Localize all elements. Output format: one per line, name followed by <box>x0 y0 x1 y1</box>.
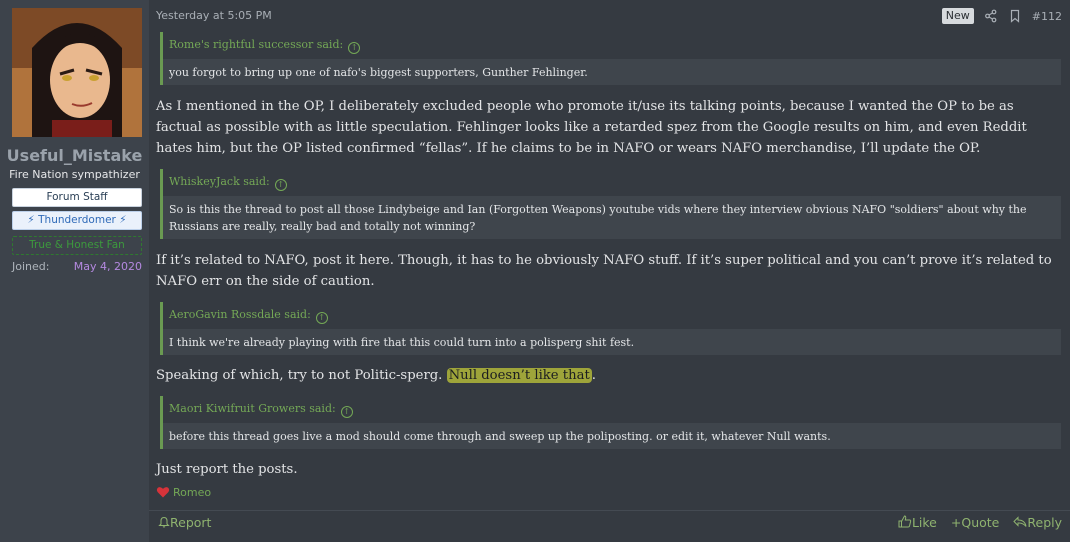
banner-forum-staff: Forum Staff <box>12 188 142 207</box>
plus-icon: + <box>950 515 962 530</box>
post-number[interactable]: #112 <box>1032 10 1062 23</box>
quote-author-label[interactable]: AeroGavin Rossdale said: <box>169 308 311 321</box>
post-header-actions: New #112 <box>941 8 1062 24</box>
post-paragraph: Just report the posts. <box>156 462 298 477</box>
quote-author-label[interactable]: Maori Kiwifruit Growers said: <box>169 402 336 415</box>
arrow-up-icon[interactable]: ↑ <box>348 42 361 54</box>
thumbs-up-icon <box>898 515 912 528</box>
quote-block: Rome's rightful successor said: ↑ you for… <box>160 32 1061 85</box>
like-button[interactable]: Like <box>898 515 937 530</box>
post-date[interactable]: Yesterday at 5:05 PM <box>156 9 272 22</box>
avatar-image <box>12 8 142 137</box>
quote-author[interactable]: Maori Kiwifruit Growers said: ↑ <box>163 396 1061 423</box>
post-content: Yesterday at 5:05 PM New #112 Rome's rig… <box>149 0 1070 542</box>
banner-thunderdomer: ⚡ Thunderdomer ⚡ <box>12 211 142 230</box>
quote-author[interactable]: AeroGavin Rossdale said: ↑ <box>163 302 1061 329</box>
quote-block: AeroGavin Rossdale said: ↑ I think we're … <box>160 302 1061 355</box>
reaction-bar[interactable]: Romeo <box>156 485 211 499</box>
reply-label[interactable]: Reply <box>1027 515 1062 530</box>
user-title: Fire Nation sympathizer <box>9 168 140 181</box>
quote-block: Maori Kiwifruit Growers said: ↑ before th… <box>160 396 1061 449</box>
quote-author-label[interactable]: WhiskeyJack said: <box>169 175 270 188</box>
post-header: Yesterday at 5:05 PM New #112 <box>156 8 1062 24</box>
new-badge: New <box>941 8 974 24</box>
quote-author[interactable]: Rome's rightful successor said: ↑ <box>163 32 1061 59</box>
like-label[interactable]: Like <box>912 515 937 530</box>
paragraph-text: Speaking of which, try to not Politic-sp… <box>156 368 447 383</box>
quote-author-label[interactable]: Rome's rightful successor said: <box>169 38 343 51</box>
reaction-user[interactable]: Romeo <box>173 486 211 499</box>
quote-text: before this thread goes live a mod shoul… <box>169 430 831 443</box>
bookmark-icon[interactable] <box>1008 9 1022 23</box>
reply-icon <box>1013 516 1027 527</box>
arrow-up-icon[interactable]: ↑ <box>340 406 353 418</box>
arrow-up-icon[interactable]: ↑ <box>274 179 287 191</box>
joined-label: Joined: <box>12 260 50 273</box>
banner-true-honest-fan: True & Honest Fan <box>12 236 142 255</box>
quote-author[interactable]: WhiskeyJack said: ↑ <box>163 169 1061 196</box>
user-sidebar: Useful_Mistake Fire Nation sympathizer F… <box>0 0 149 542</box>
paragraph-text: . <box>591 368 596 383</box>
heart-icon <box>156 487 170 498</box>
quote-text: So is this the thread to post all those … <box>169 203 1027 233</box>
report-button[interactable]: Report <box>158 515 211 530</box>
report-label[interactable]: Report <box>170 515 211 530</box>
joined-date: May 4, 2020 <box>73 260 142 273</box>
username[interactable]: Useful_Mistake <box>0 146 149 165</box>
post-paragraph: Speaking of which, try to not Politic-sp… <box>156 365 1062 386</box>
quote-label[interactable]: Quote <box>961 515 999 530</box>
avatar[interactable] <box>12 8 142 137</box>
post-paragraph: If it’s related to NAFO, post it here. T… <box>156 253 1052 289</box>
highlighted-text: Null doesn’t like that <box>446 368 592 383</box>
arrow-up-icon[interactable]: ↑ <box>315 312 328 324</box>
share-icon[interactable] <box>984 9 998 23</box>
footer-actions: Like +Quote Reply <box>898 515 1062 530</box>
quote-button[interactable]: +Quote <box>951 515 1000 530</box>
quote-text: you forgot to bring up one of nafo's big… <box>169 66 588 79</box>
bell-icon <box>158 516 170 528</box>
post-footer: Report Like +Quote Reply <box>149 510 1070 542</box>
quote-text: I think we're already playing with fire … <box>169 336 635 349</box>
post-paragraph: As I mentioned in the OP, I deliberately… <box>156 99 1027 156</box>
quote-block: WhiskeyJack said: ↑ So is this the thread… <box>160 169 1061 239</box>
reply-button[interactable]: Reply <box>1013 515 1062 530</box>
